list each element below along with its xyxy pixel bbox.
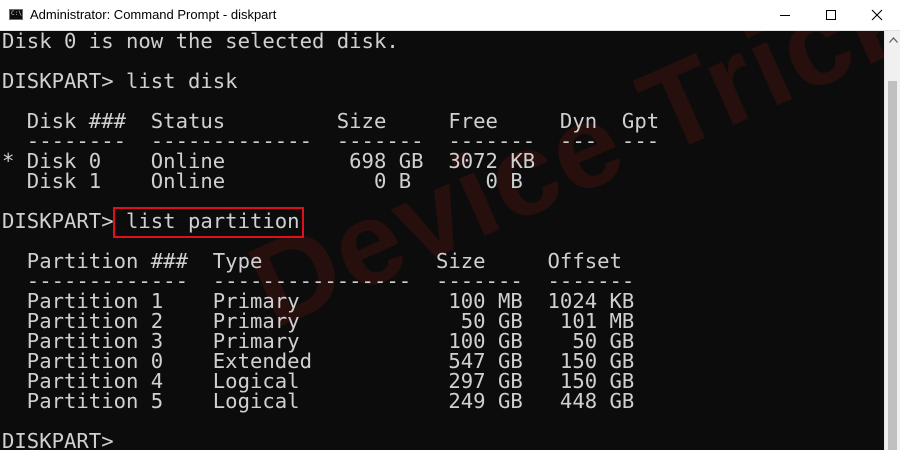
console-line: * Disk 0 Online 698 GB 3072 KB [2, 149, 536, 173]
console-line: Disk 0 is now the selected disk. [2, 31, 399, 53]
console-line: Partition 2 Primary 50 GB 101 MB [2, 309, 635, 333]
console-line: DISKPART> list disk [2, 69, 238, 93]
minimize-icon [780, 15, 790, 16]
scroll-up-arrow-icon [888, 36, 898, 43]
command-prompt-window: C:\ Administrator: Command Prompt - disk… [0, 0, 900, 450]
highlighted-command-box [113, 207, 304, 238]
console-line: Partition 3 Primary 100 GB 50 GB [2, 329, 635, 353]
console-line: -------- ------------- ------- ------- -… [2, 129, 660, 153]
vertical-scrollbar[interactable] [884, 31, 900, 450]
console-line: Partition 5 Logical 249 GB 448 GB [2, 389, 635, 413]
console-line: Partition 4 Logical 297 GB 150 GB [2, 369, 635, 393]
minimize-button[interactable] [762, 0, 808, 30]
scrollbar-thumb[interactable] [888, 81, 897, 450]
console-line: Partition ### Type Size Offset [2, 249, 622, 273]
window-title: Administrator: Command Prompt - diskpart [30, 7, 277, 22]
close-button[interactable] [854, 0, 900, 30]
close-icon [871, 9, 883, 21]
console-line: DISKPART> [2, 429, 114, 450]
console-line: Partition 1 Primary 100 MB 1024 KB [2, 289, 635, 313]
maximize-icon [826, 10, 836, 20]
console-line: Disk ### Status Size Free Dyn Gpt [2, 109, 660, 133]
title-bar[interactable]: C:\ Administrator: Command Prompt - disk… [0, 0, 900, 31]
console-line: Disk 1 Online 0 B 0 B [2, 169, 523, 193]
app-icon-text: C:\ [11, 10, 22, 17]
maximize-button[interactable] [808, 0, 854, 30]
command-prompt-icon[interactable]: C:\ [9, 9, 23, 20]
console-output-area[interactable]: Device Tricks Disk 0 is now the selected… [0, 31, 884, 450]
console-line: ------------- ---------------- ------- -… [2, 269, 635, 293]
console-line: Partition 0 Extended 547 GB 150 GB [2, 349, 635, 373]
scroll-up-button[interactable] [885, 31, 900, 48]
